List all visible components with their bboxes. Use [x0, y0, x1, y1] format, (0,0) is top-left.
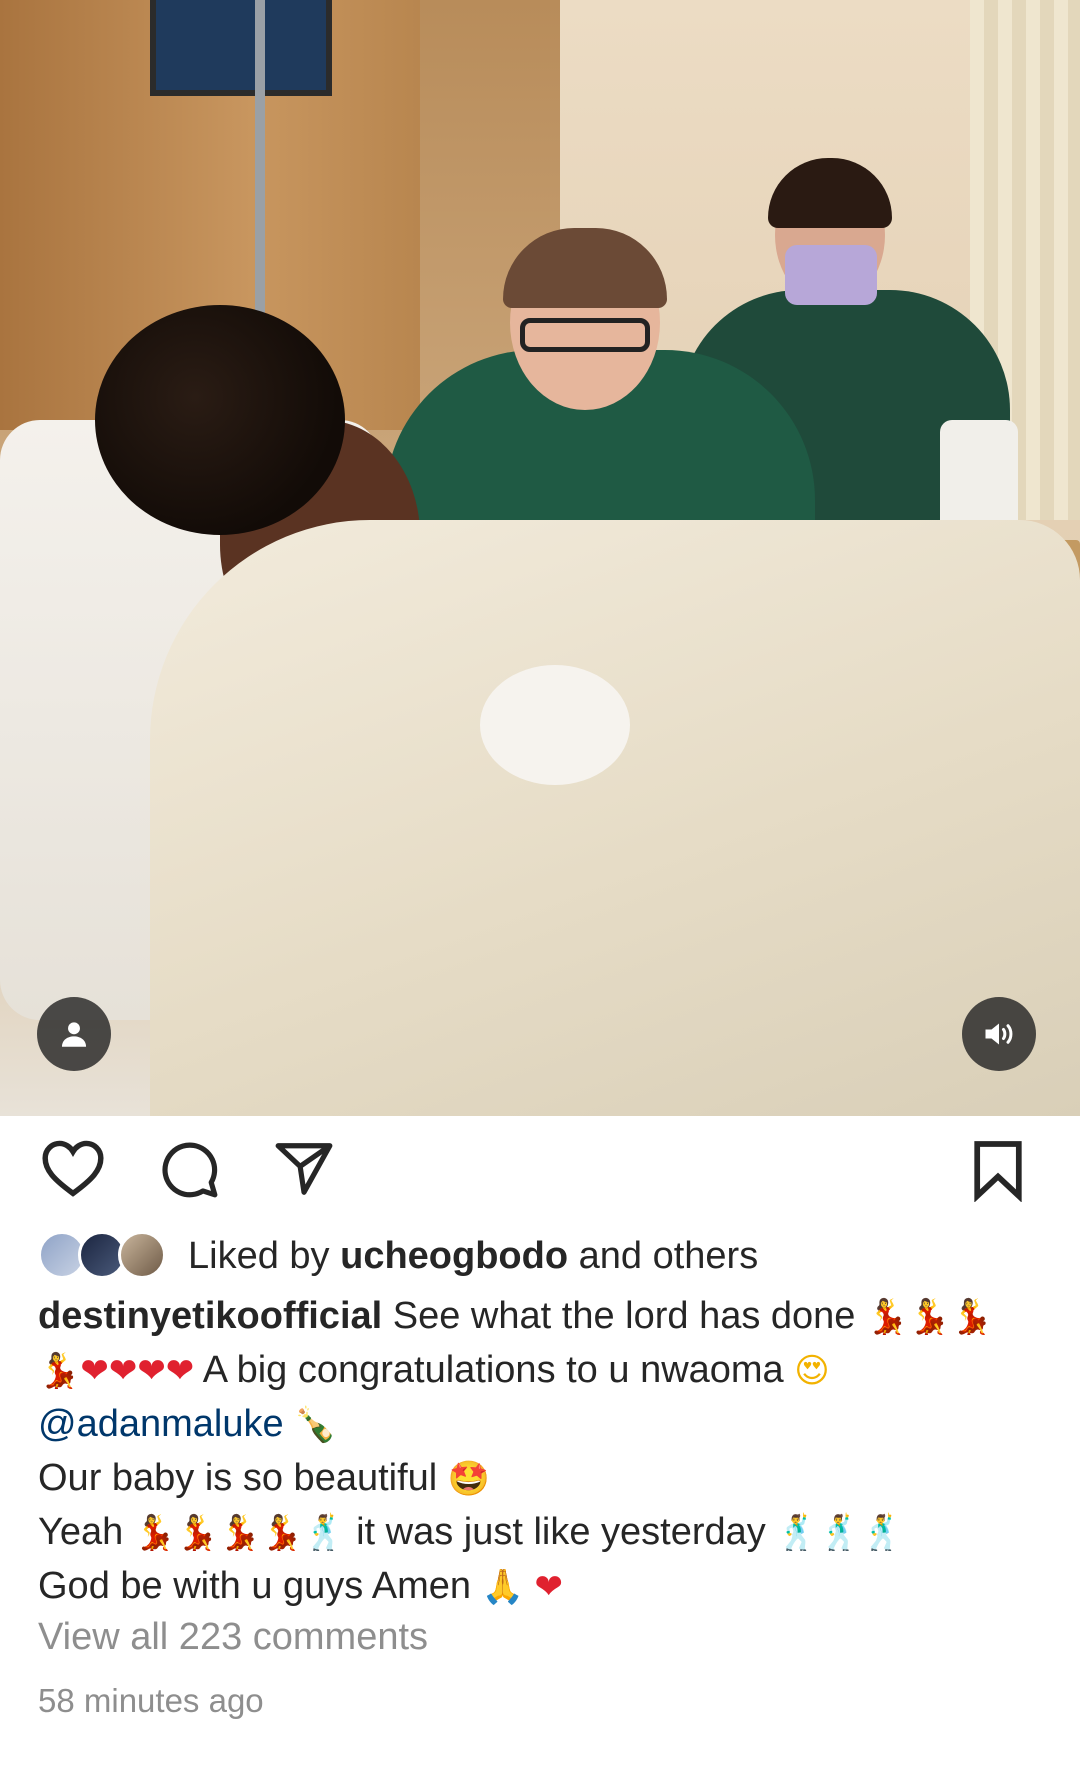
photo-mother-hair — [95, 305, 345, 535]
post-caption: destinyetikoofficial See what the lord h… — [38, 1290, 1048, 1614]
tagged-users-button[interactable] — [37, 997, 111, 1071]
post-timestamp: 58 minutes ago — [38, 1682, 264, 1719]
photo-glasses — [520, 318, 650, 352]
post-photo[interactable] — [0, 0, 1080, 1116]
caption-mention[interactable]: @adanmaluke — [38, 1403, 284, 1445]
caption-username[interactable]: destinyetikoofficial — [38, 1295, 382, 1337]
share-button[interactable] — [272, 1138, 336, 1205]
liked-by-suffix[interactable]: and others — [579, 1235, 759, 1278]
caption-line-1: See what the lord has done — [392, 1295, 856, 1337]
caption-line-5: it was just like yesterday — [356, 1511, 766, 1553]
heart-emoji: ❤ — [534, 1567, 564, 1607]
champagne-emoji: 🍾 — [294, 1405, 337, 1445]
liked-by-user[interactable]: ucheogbodo — [340, 1235, 568, 1278]
photo-blanket — [150, 520, 1080, 1116]
save-button[interactable] — [972, 1138, 1024, 1207]
comment-icon — [162, 1142, 218, 1198]
man-dancing-emoji: 🕺🕺🕺 — [776, 1513, 904, 1553]
liked-by-row[interactable]: Liked by ucheogbodo and others — [38, 1228, 758, 1284]
avatar — [118, 1231, 166, 1279]
liker-avatars — [38, 1231, 168, 1281]
photo-baby — [480, 665, 630, 785]
photo-monitor — [150, 0, 332, 96]
dancer-emoji: 💃💃💃💃 — [133, 1513, 304, 1553]
heart-eyes-emoji: 😍 — [794, 1351, 830, 1391]
caption-line-4: Our baby is so beautiful — [38, 1457, 438, 1499]
caption-line-6: God be with u guys Amen — [38, 1565, 472, 1607]
user-icon — [61, 1022, 87, 1047]
liked-by-prefix: Liked by — [188, 1234, 330, 1277]
bookmark-icon — [974, 1141, 1022, 1203]
praying-hands-emoji: 🙏 — [481, 1567, 524, 1607]
man-dancing-emoji: 🕺 — [303, 1513, 346, 1553]
dancer-emoji: 💃 — [38, 1351, 81, 1391]
dancer-emoji: 💃💃💃 — [866, 1297, 994, 1337]
send-icon — [275, 1143, 333, 1195]
star-struck-emoji: 🤩 — [447, 1459, 491, 1499]
view-all-comments-link[interactable]: View all 223 comments — [38, 1616, 428, 1659]
comment-button[interactable] — [158, 1138, 220, 1205]
volume-icon — [985, 1023, 1013, 1045]
heart-icon — [42, 1140, 104, 1197]
sound-toggle-button[interactable] — [962, 997, 1036, 1071]
like-button[interactable] — [40, 1138, 106, 1203]
heart-emoji: ❤❤❤❤ — [80, 1351, 195, 1391]
photo-face-mask — [785, 245, 877, 305]
caption-line-5-start: Yeah — [38, 1511, 124, 1553]
caption-line-2: A big congratulations to u nwaoma — [202, 1349, 784, 1391]
